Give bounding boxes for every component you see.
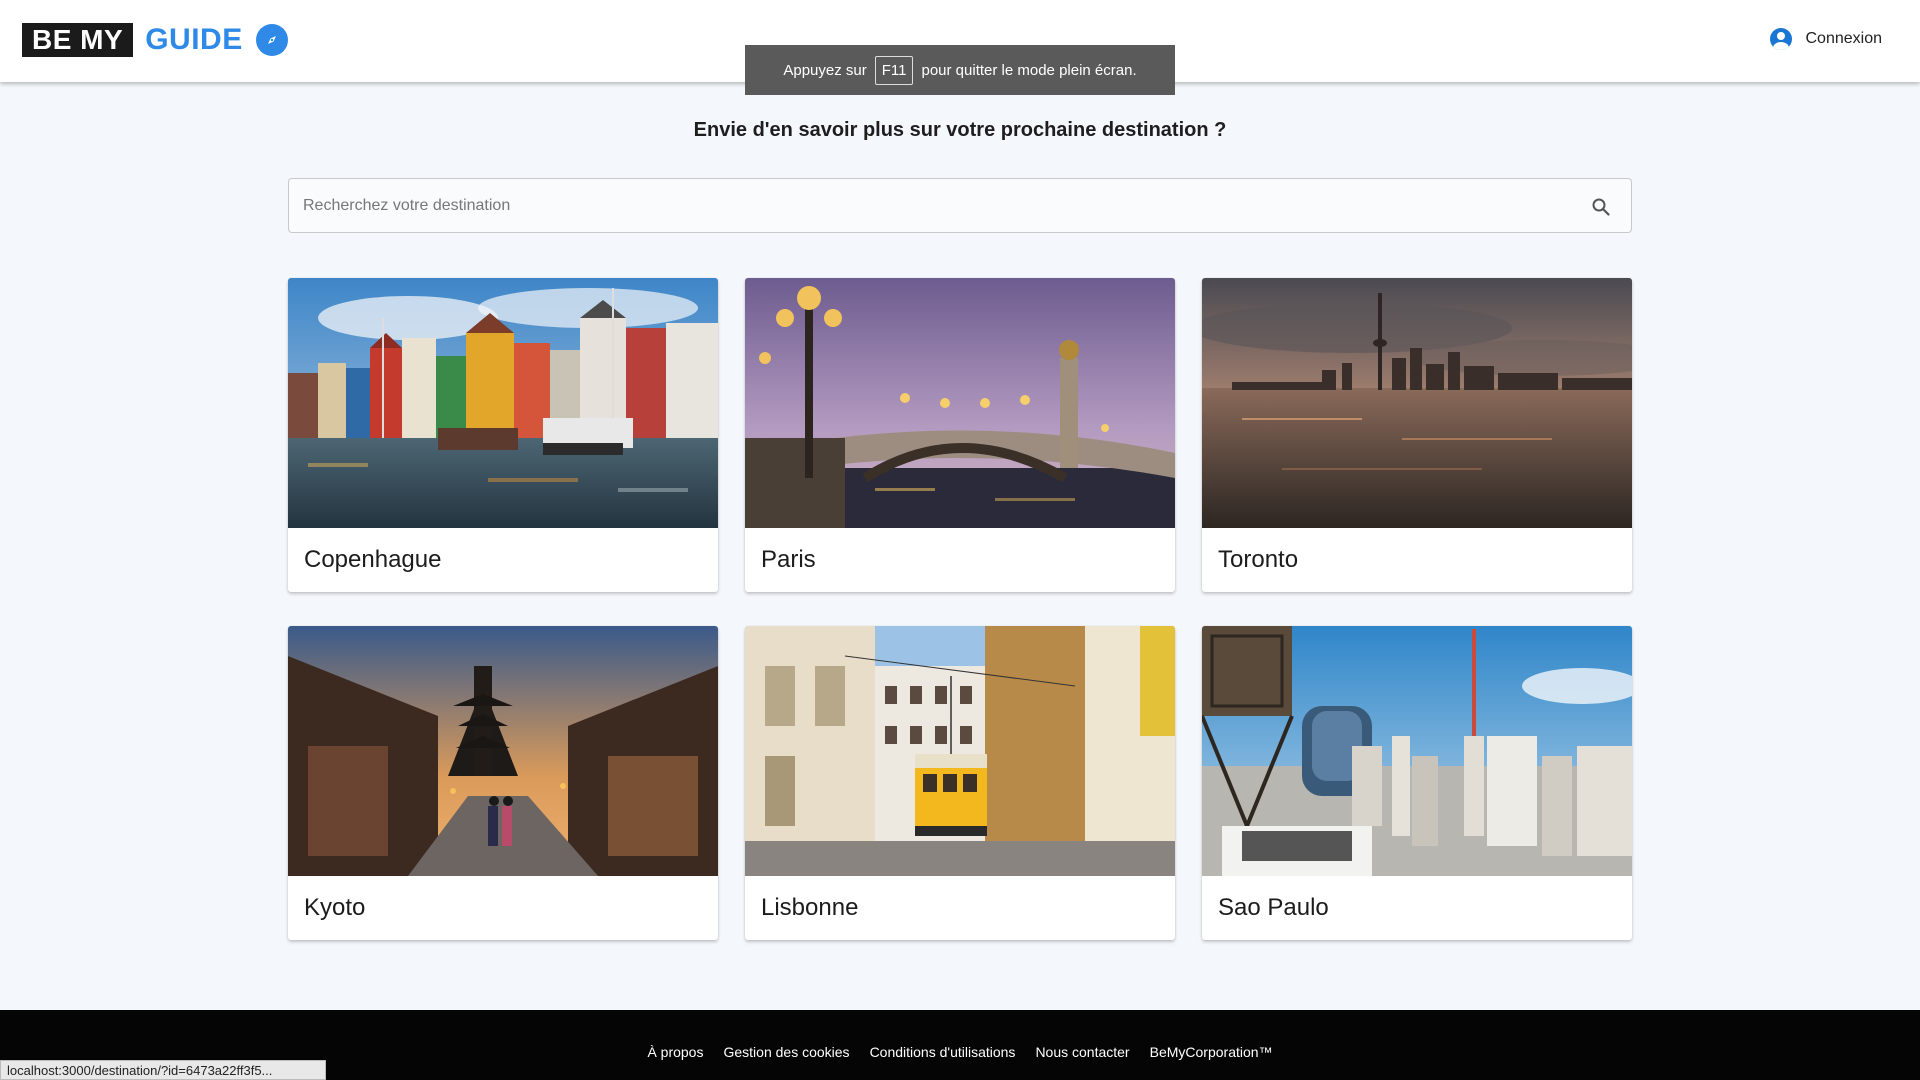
- destination-card-toronto[interactable]: Toronto: [1202, 278, 1632, 592]
- sao-paulo-image: [1202, 626, 1632, 876]
- destination-title: Toronto: [1218, 546, 1299, 573]
- destination-card-kyoto[interactable]: Kyoto: [288, 626, 718, 940]
- fullscreen-notice: Appuyez sur F11 pour quitter le mode ple…: [745, 45, 1175, 95]
- destination-card-copenhague[interactable]: Copenhague: [288, 278, 718, 592]
- destination-title: Paris: [761, 546, 816, 573]
- footer-links: À propos Gestion des cookies Conditions …: [0, 1044, 1920, 1060]
- footer-link-corporation[interactable]: BeMyCorporation™: [1150, 1044, 1273, 1060]
- fullscreen-notice-prefix: Appuyez sur: [783, 61, 867, 79]
- destination-card-lisbonne[interactable]: Lisbonne: [745, 626, 1175, 940]
- compass-icon: [255, 24, 288, 56]
- logo-guide: GUIDE: [145, 23, 243, 56]
- destination-title: Copenhague: [304, 546, 442, 573]
- search-input[interactable]: [303, 196, 1563, 215]
- copenhagen-image: [288, 278, 718, 528]
- logo-be-my: BE MY: [22, 23, 134, 57]
- toronto-image: [1202, 278, 1632, 528]
- paris-image: [745, 278, 1175, 528]
- login-label: Connexion: [1805, 30, 1883, 47]
- destination-title: Sao Paulo: [1218, 894, 1329, 921]
- account-circle-icon: [1769, 28, 1792, 50]
- footer-link-about[interactable]: À propos: [647, 1044, 703, 1060]
- destination-card-paris[interactable]: Paris: [745, 278, 1175, 592]
- browser-status-url: localhost:3000/destination/?id=6473a22ff…: [0, 1060, 326, 1080]
- lisbon-image: [745, 626, 1175, 876]
- search-icon[interactable]: [1591, 197, 1611, 217]
- login-button[interactable]: Connexion: [1769, 28, 1883, 50]
- destination-title: Lisbonne: [761, 894, 859, 921]
- destination-card-sao-paulo[interactable]: Sao Paulo: [1202, 626, 1632, 940]
- kyoto-image: [288, 626, 718, 876]
- page-heading: Envie d'en savoir plus sur votre prochai…: [693, 119, 1227, 141]
- footer-link-terms[interactable]: Conditions d'utilisations: [870, 1044, 1016, 1060]
- destination-title: Kyoto: [304, 894, 366, 921]
- logo[interactable]: BE MY GUIDE: [22, 22, 288, 58]
- fullscreen-notice-suffix: pour quitter le mode plein écran.: [921, 61, 1137, 79]
- f11-key: F11: [874, 55, 914, 85]
- search-bar: [288, 178, 1632, 233]
- footer-link-contact[interactable]: Nous contacter: [1035, 1044, 1129, 1060]
- footer-link-cookies[interactable]: Gestion des cookies: [723, 1044, 849, 1060]
